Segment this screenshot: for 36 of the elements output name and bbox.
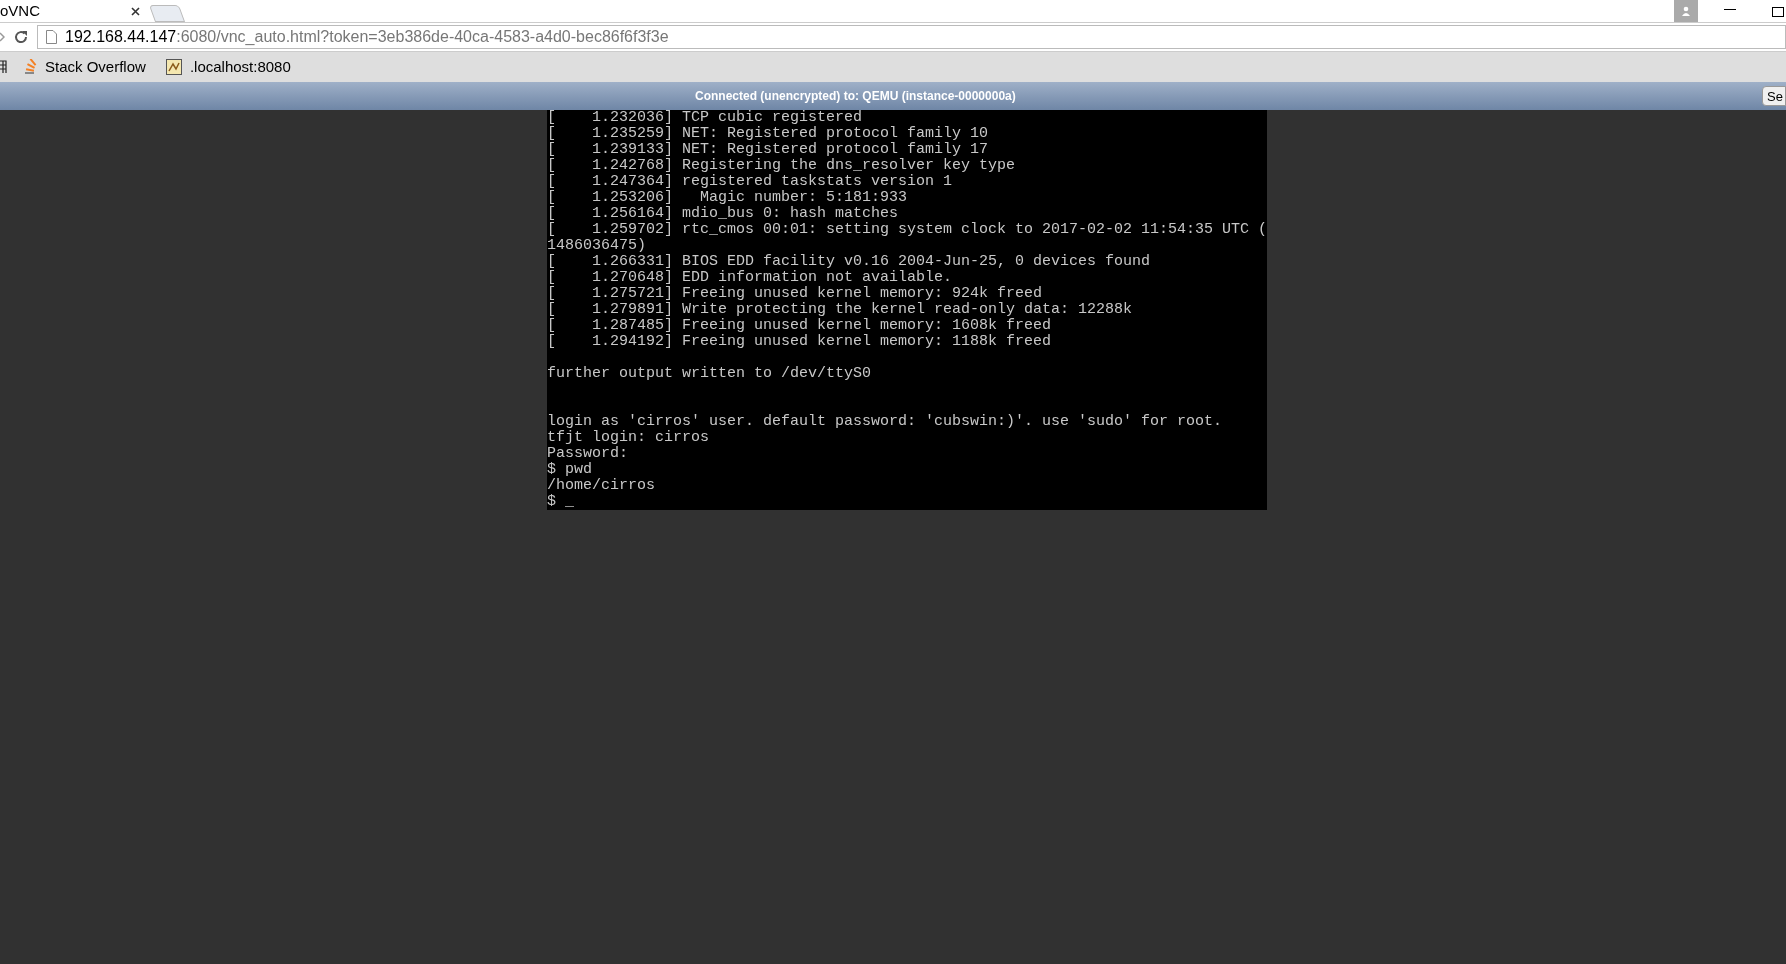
console-line: [ 1.247364] registered taskstats version 1 — [547, 174, 953, 190]
image-icon — [165, 59, 182, 75]
console-line: [ 1.287485] Freeing unused kernel memory: 1608k freed — [547, 318, 1052, 334]
console-line: [ 1.239133] NET: Registered protocol family 17 — [547, 142, 989, 158]
console-line: login as 'cirros' user. default password: 'cubswin:)'. use 'sudo' for root. — [547, 414, 1223, 430]
console-line: [ 1.232036] TCP cubic registered — [547, 110, 863, 126]
console-line: [ 1.242768] Registering the dns_resolver key type — [547, 158, 1016, 174]
back-icon[interactable] — [0, 32, 5, 42]
console-line: Password: — [547, 446, 628, 462]
console-line: [ 1.279891] Write protecting the kernel read-only data: 12288k — [547, 302, 1133, 318]
console-line: [ 1.253206] Magic number: 5:181:933 — [547, 190, 908, 206]
console-line: 1486036475) — [547, 238, 647, 254]
bookmark[interactable]: .localhost:8080 — [161, 55, 295, 79]
restore-icon[interactable] — [1772, 7, 1784, 17]
console-line: tfjt login: cirros — [547, 430, 710, 446]
console-line: /home/cirros — [547, 478, 656, 494]
stack-icon — [23, 59, 37, 75]
console-line: [ 1.266331] BIOS EDD facility v0.16 2004-Jun-25, 0 devices found — [547, 254, 1151, 270]
bookmark[interactable]: Stack Overflow — [19, 55, 150, 79]
apps-icon[interactable] — [0, 60, 7, 74]
close-icon[interactable] — [131, 6, 140, 16]
address-bar[interactable]: 192.168.44.147:6080/vnc_auto.html?token=3eb386de-40ca-4583-a4d0-bec86f6f3f3e — [37, 25, 1786, 49]
reload-icon[interactable] — [13, 29, 29, 45]
console-line: further output written to /dev/ttyS0 — [547, 366, 872, 382]
console-line: [ 1.235259] NET: Registered protocol family 10 — [547, 126, 989, 142]
settings-button[interactable]: Se — [1762, 86, 1786, 106]
page-icon — [46, 30, 57, 44]
console-line: [ 1.259702] rtc_cmos 00:01: setting system clock to 2017-02-02 11:54:35 UTC ( — [547, 222, 1267, 238]
console-line: [ 1.256164] mdio_bus 0: hash matches — [547, 206, 899, 222]
console-line: [ 1.294192] Freeing unused kernel memory: 1188k freed — [547, 334, 1052, 350]
console-line: $ _ — [547, 494, 574, 510]
console-line: [ 1.275721] Freeing unused kernel memory: 924k freed — [547, 286, 1043, 302]
url-text: 192.168.44.147:6080/vnc_auto.html?token=3eb386de-40ca-4583-a4d0-bec86f6f3f3e — [65, 27, 669, 47]
status-text: Connected (unencrypted) to: QEMU (instance-0000000a) — [695, 88, 1016, 105]
console-line: [ 1.270648] EDD information not available. — [547, 270, 953, 286]
console-line: $ pwd — [547, 462, 592, 478]
